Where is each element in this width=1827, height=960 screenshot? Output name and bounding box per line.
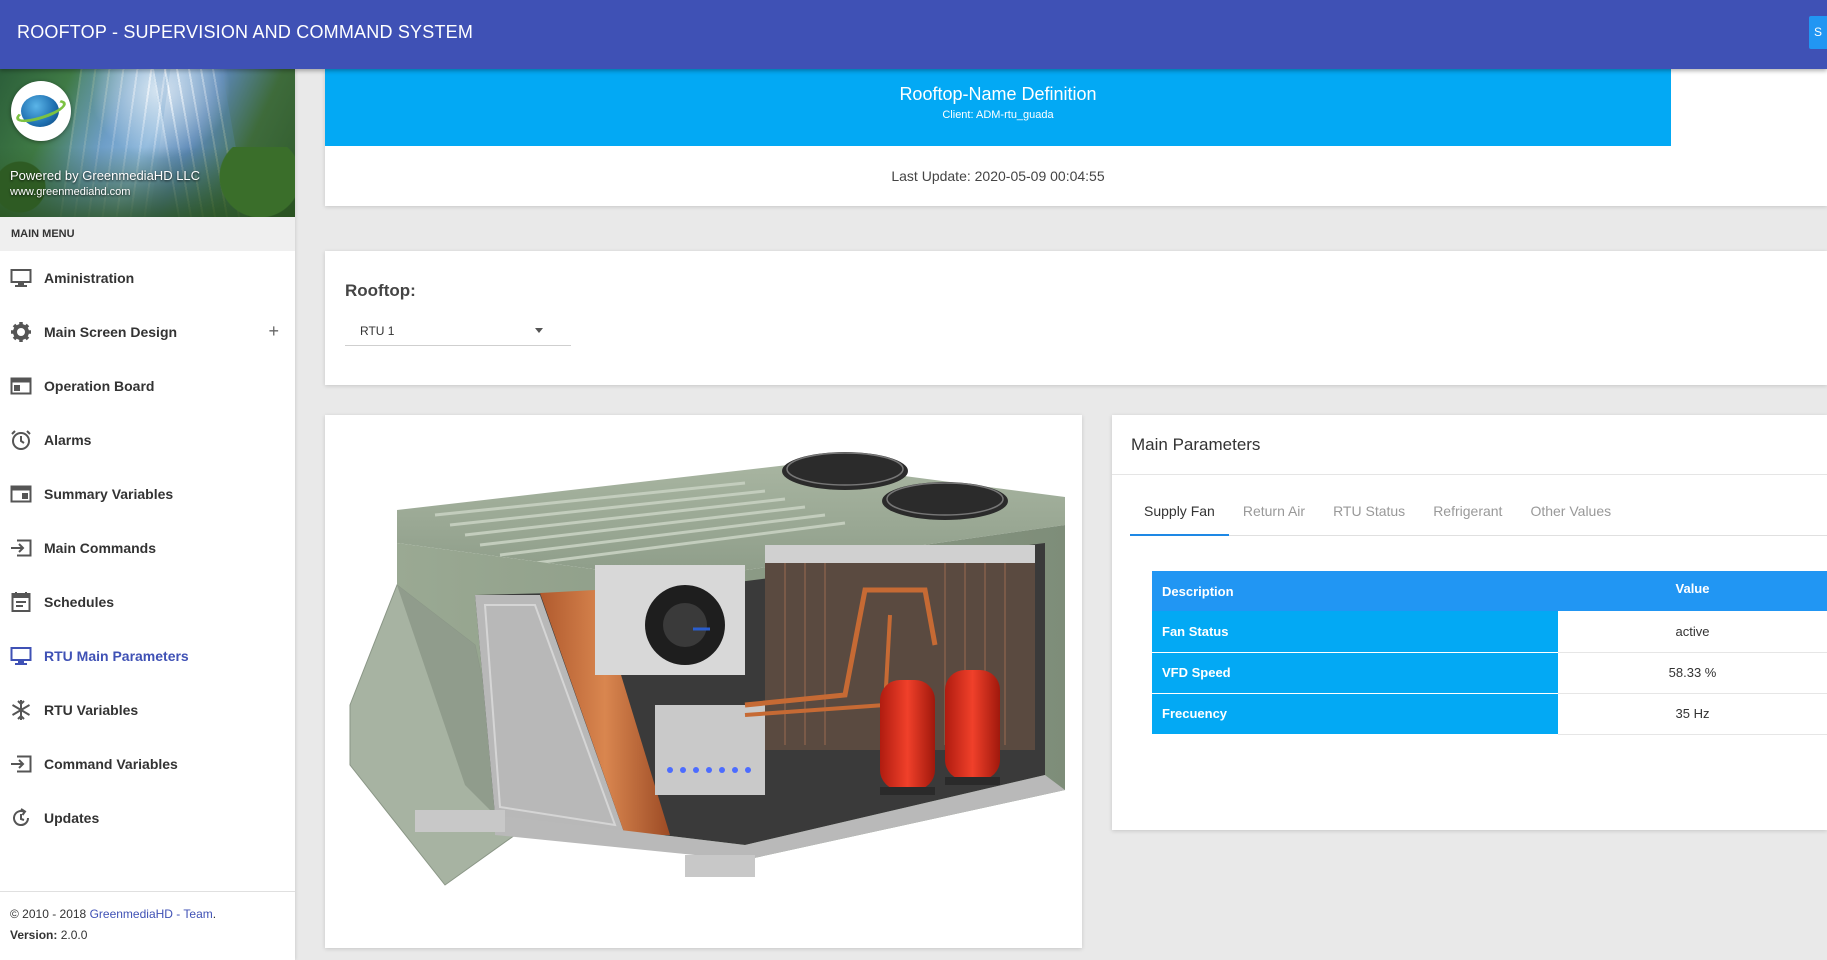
column-header-value: Value: [1558, 571, 1827, 611]
sidebar-item-label: Aministration: [44, 270, 135, 286]
dashboard-icon: [10, 375, 32, 397]
refresh-icon: [10, 807, 32, 829]
version-line: Version: 2.0.0: [10, 928, 295, 942]
monitor-icon: [10, 267, 32, 289]
rooftop-name-title: Rooftop-Name Definition: [899, 84, 1097, 104]
copyright-text: © 2010 - 2018: [10, 907, 90, 921]
sidebar-item-schedules[interactable]: Schedules: [0, 575, 295, 629]
sidebar-banner: Powered by GreenmediaHD LLC www.greenmed…: [0, 69, 295, 217]
gear-icon: [10, 321, 32, 343]
main-parameters-card: Main Parameters Supply Fan Return Air RT…: [1112, 415, 1827, 830]
company-logo: [11, 81, 71, 141]
website-text: www.greenmediahd.com: [10, 186, 131, 198]
parameter-tabs: Supply Fan Return Air RTU Status Refrige…: [1130, 500, 1827, 536]
sidebar-item-label: Main Commands: [44, 540, 157, 556]
main-menu-header: MAIN MENU: [0, 217, 295, 251]
tab-other-values[interactable]: Other Values: [1516, 500, 1625, 536]
alarm-clock-icon: [10, 429, 32, 451]
row-description: Frecuency: [1152, 693, 1558, 735]
sidebar-item-rtu-main-parameters[interactable]: RTU Main Parameters: [0, 629, 295, 683]
column-header-description: Description: [1152, 571, 1558, 611]
sidebar-item-label: Main Screen Design: [44, 324, 178, 340]
row-description: VFD Speed: [1152, 652, 1558, 694]
powered-by-text: Powered by GreenmediaHD LLC: [10, 168, 201, 183]
version-value: 2.0.0: [57, 928, 88, 942]
table-row: Fan Status active: [1152, 611, 1827, 653]
sidebar-item-main-commands[interactable]: Main Commands: [0, 521, 295, 575]
parameters-table: Description Value Fan Status active VFD …: [1152, 571, 1827, 735]
caret-down-icon: [535, 328, 543, 333]
row-value: 35 Hz: [1558, 693, 1827, 735]
tab-refrigerant[interactable]: Refrigerant: [1419, 500, 1516, 536]
rooftop-select-label: Rooftop:: [345, 281, 416, 300]
table-header-row: Description Value: [1152, 571, 1827, 611]
tab-return-air[interactable]: Return Air: [1229, 500, 1319, 536]
sidebar-item-summary-variables[interactable]: Summary Variables: [0, 467, 295, 521]
calendar-icon: [10, 591, 32, 613]
rooftop-header-card: Rooftop-Name Definition Client: ADM-rtu_…: [325, 69, 1827, 206]
expand-plus-icon[interactable]: +: [268, 321, 279, 342]
row-description: Fan Status: [1152, 611, 1558, 653]
sidebar-item-label: Schedules: [44, 594, 115, 610]
brand-link[interactable]: GreenmediaHD - Team: [90, 907, 213, 921]
input-arrow-icon: [10, 753, 32, 775]
rooftop-select-value: RTU 1: [360, 324, 395, 338]
app-title: ROOFTOP - SUPERVISION AND COMMAND SYSTEM: [17, 22, 474, 42]
sidebar-item-label: Operation Board: [44, 378, 155, 394]
sidebar-item-operation-board[interactable]: Operation Board: [0, 359, 295, 413]
sidebar-item-label: Updates: [44, 810, 100, 826]
sidebar-item-label: RTU Variables: [44, 702, 139, 718]
last-update-text: Last Update: 2020-05-09 00:04:55: [891, 168, 1105, 184]
rooftop-select-card: Rooftop: RTU 1: [325, 251, 1827, 385]
table-row: Frecuency 35 Hz: [1152, 693, 1827, 735]
top-app-bar: ROOFTOP - SUPERVISION AND COMMAND SYSTEM…: [0, 0, 1827, 69]
sidebar-item-updates[interactable]: Updates: [0, 791, 295, 845]
top-right-button[interactable]: S: [1809, 16, 1827, 49]
row-value: 58.33 %: [1558, 652, 1827, 694]
sidebar-item-main-screen-design[interactable]: Main Screen Design +: [0, 305, 295, 359]
snowflake-icon: [10, 699, 32, 721]
copyright-dot: .: [212, 907, 217, 921]
main-parameters-title: Main Parameters: [1112, 415, 1827, 475]
rtu-image-card: [325, 415, 1082, 948]
monitor-icon: [10, 645, 32, 667]
tab-rtu-status[interactable]: RTU Status: [1319, 500, 1419, 536]
sidebar-item-administration[interactable]: Aministration: [0, 251, 295, 305]
rooftop-header-banner: Rooftop-Name Definition Client: ADM-rtu_…: [325, 69, 1671, 146]
sidebar-item-label: Summary Variables: [44, 486, 174, 502]
row-value: active: [1558, 611, 1827, 653]
sidebar: Powered by GreenmediaHD LLC www.greenmed…: [0, 69, 295, 960]
version-label: Version:: [10, 928, 58, 942]
sidebar-item-label: Command Variables: [44, 756, 178, 772]
rooftop-select-dropdown[interactable]: RTU 1: [345, 309, 571, 346]
input-arrow-icon: [10, 537, 32, 559]
tab-supply-fan[interactable]: Supply Fan: [1130, 500, 1229, 536]
sidebar-item-label: RTU Main Parameters: [44, 648, 189, 664]
client-text: Client: ADM-rtu_guada: [942, 109, 1054, 121]
rtu-cutaway-illustration: [349, 452, 1065, 886]
summary-icon: [10, 483, 32, 505]
sidebar-item-command-variables[interactable]: Command Variables: [0, 737, 295, 791]
sidebar-item-alarms[interactable]: Alarms: [0, 413, 295, 467]
sidebar-item-rtu-variables[interactable]: RTU Variables: [0, 683, 295, 737]
table-row: VFD Speed 58.33 %: [1152, 652, 1827, 694]
sidebar-footer: © 2010 - 2018 GreenmediaHD - Team. Versi…: [0, 891, 295, 960]
copyright-line: © 2010 - 2018 GreenmediaHD - Team.: [10, 907, 295, 921]
sidebar-item-label: Alarms: [44, 432, 92, 448]
